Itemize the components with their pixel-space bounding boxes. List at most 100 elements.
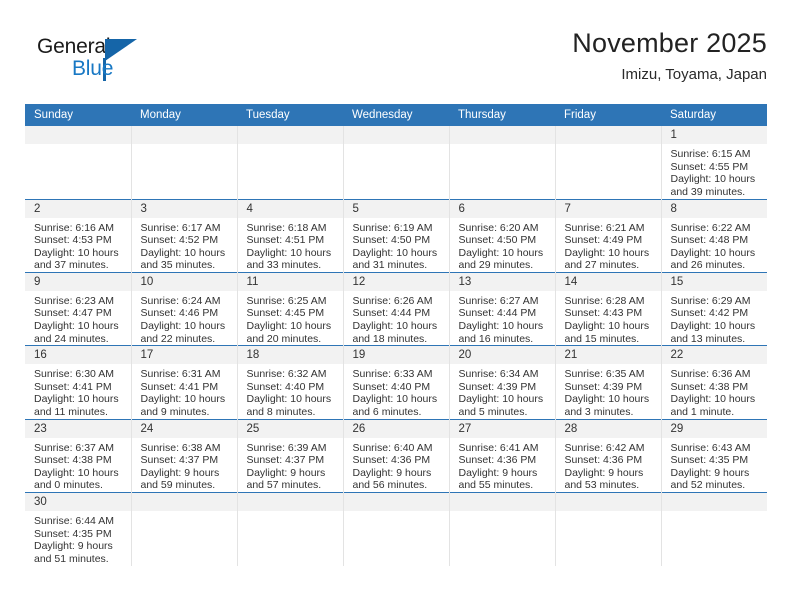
calendar-day-cell[interactable]: 7 Sunrise: 6:21 AM Sunset: 4:49 PM Daylight… bbox=[554, 198, 661, 273]
day-details: Sunrise: 6:23 AM Sunset: 4:47 PM Daylight:… bbox=[25, 291, 131, 345]
calendar-day-cell[interactable]: 28 Sunrise: 6:42 AM Sunset: 4:36 PM Dayligh… bbox=[554, 418, 661, 493]
calendar-day-cell[interactable]: 1 Sunrise: 6:15 AM Sunset: 4:55 PM Daylight… bbox=[660, 126, 767, 199]
day-details: Sunrise: 6:35 AM Sunset: 4:39 PM Daylight:… bbox=[556, 364, 661, 418]
calendar-day-cell[interactable]: 4 Sunrise: 6:18 AM Sunset: 4:51 PM Daylight… bbox=[236, 198, 343, 273]
day-number bbox=[661, 493, 767, 511]
day-daylight-text: and 53 minutes. bbox=[564, 479, 640, 492]
day-number: 1 bbox=[661, 126, 767, 144]
day-sunrise-text: Sunrise: 6:20 AM bbox=[458, 221, 539, 234]
day-sunset-text: Sunset: 4:35 PM bbox=[34, 527, 112, 540]
day-sunset-text: Sunset: 4:41 PM bbox=[34, 380, 112, 393]
day-daylight-text: and 31 minutes. bbox=[352, 259, 428, 272]
weekday-header-friday: Friday bbox=[555, 104, 661, 126]
day-number bbox=[237, 126, 343, 144]
day-sunrise-text: Sunrise: 6:16 AM bbox=[34, 221, 114, 234]
calendar-day-cell[interactable]: 5 Sunrise: 6:19 AM Sunset: 4:50 PM Daylight… bbox=[342, 198, 449, 273]
calendar-header-row: Sunday Monday Tuesday Wednesday Thursday Frid… bbox=[25, 104, 767, 126]
calendar-body: 1 Sunrise: 6:15 AM Sunset: 4:55 PM Daylight… bbox=[25, 126, 767, 566]
day-daylight-text: and 3 minutes. bbox=[564, 406, 634, 419]
page-title: November 2025 bbox=[572, 28, 767, 58]
day-details: Sunrise: 6:17 AM Sunset: 4:52 PM Daylight:… bbox=[132, 218, 237, 272]
day-number: 4 bbox=[237, 199, 343, 218]
day-sunrise-text: Sunrise: 6:31 AM bbox=[140, 368, 221, 381]
day-number: 3 bbox=[131, 199, 237, 218]
day-details: Sunrise: 6:41 AM Sunset: 4:36 PM Daylight:… bbox=[450, 438, 555, 492]
logo-text-blue: Blue bbox=[72, 57, 114, 80]
day-number: 14 bbox=[555, 272, 661, 291]
calendar-day-cell[interactable]: 13 Sunrise: 6:27 AM Sunset: 4:44 PM Dayligh… bbox=[448, 271, 555, 346]
day-details: Sunrise: 6:27 AM Sunset: 4:44 PM Daylight:… bbox=[450, 291, 555, 345]
day-number bbox=[131, 126, 237, 144]
day-details: Sunrise: 6:24 AM Sunset: 4:46 PM Daylight:… bbox=[132, 291, 237, 345]
day-sunrise-text: Sunrise: 6:23 AM bbox=[34, 294, 114, 307]
day-daylight-text: Daylight: 9 hours bbox=[670, 466, 750, 479]
calendar-day-cell[interactable]: 18 Sunrise: 6:32 AM Sunset: 4:40 PM Dayligh… bbox=[236, 345, 343, 420]
day-details: Sunrise: 6:31 AM Sunset: 4:41 PM Daylight:… bbox=[132, 364, 237, 418]
calendar-day-cell[interactable]: 6 Sunrise: 6:20 AM Sunset: 4:50 PM Daylight… bbox=[448, 198, 555, 273]
day-details: Sunrise: 6:30 AM Sunset: 4:41 PM Daylight:… bbox=[25, 364, 131, 418]
calendar-day-cell[interactable]: 14 Sunrise: 6:28 AM Sunset: 4:43 PM Dayligh… bbox=[554, 271, 661, 346]
calendar-day-cell[interactable]: 11 Sunrise: 6:25 AM Sunset: 4:45 PM Dayligh… bbox=[236, 271, 343, 346]
day-sunrise-text: Sunrise: 6:35 AM bbox=[564, 368, 645, 381]
day-daylight-text: Daylight: 10 hours bbox=[458, 320, 544, 333]
day-sunset-text: Sunset: 4:47 PM bbox=[34, 307, 112, 320]
calendar-day-cell[interactable]: 17 Sunrise: 6:31 AM Sunset: 4:41 PM Dayligh… bbox=[130, 345, 237, 420]
day-number bbox=[449, 126, 555, 144]
calendar-day-cell[interactable]: 15 Sunrise: 6:29 AM Sunset: 4:42 PM Dayligh… bbox=[660, 271, 767, 346]
general-blue-logo[interactable]: General Blue bbox=[37, 36, 177, 86]
calendar-day-cell[interactable]: 27 Sunrise: 6:41 AM Sunset: 4:36 PM Dayligh… bbox=[448, 418, 555, 493]
day-number: 18 bbox=[237, 346, 343, 365]
day-number: 23 bbox=[25, 419, 131, 438]
day-number: 19 bbox=[343, 346, 449, 365]
day-number: 15 bbox=[661, 272, 767, 291]
calendar-day-cell[interactable]: 24 Sunrise: 6:38 AM Sunset: 4:37 PM Dayligh… bbox=[130, 418, 237, 493]
page-subtitle: Imizu, Toyama, Japan bbox=[621, 66, 767, 84]
day-daylight-text: and 33 minutes. bbox=[246, 259, 322, 272]
day-daylight-text: Daylight: 10 hours bbox=[670, 173, 756, 186]
day-number: 17 bbox=[131, 346, 237, 365]
day-daylight-text: and 59 minutes. bbox=[140, 479, 216, 492]
day-daylight-text: Daylight: 10 hours bbox=[564, 246, 650, 259]
calendar-cell-empty bbox=[342, 126, 449, 199]
calendar-day-cell[interactable]: 16 Sunrise: 6:30 AM Sunset: 4:41 PM Dayligh… bbox=[25, 345, 131, 420]
day-number bbox=[237, 493, 343, 511]
day-daylight-text: Daylight: 10 hours bbox=[458, 393, 544, 406]
day-daylight-text: and 6 minutes. bbox=[352, 406, 422, 419]
calendar-day-cell[interactable]: 29 Sunrise: 6:43 AM Sunset: 4:35 PM Dayligh… bbox=[660, 418, 767, 493]
day-number: 13 bbox=[449, 272, 555, 291]
calendar-day-cell[interactable]: 10 Sunrise: 6:24 AM Sunset: 4:46 PM Dayligh… bbox=[130, 271, 237, 346]
day-details: Sunrise: 6:32 AM Sunset: 4:40 PM Daylight:… bbox=[238, 364, 343, 418]
day-sunrise-text: Sunrise: 6:15 AM bbox=[670, 148, 751, 160]
day-details: Sunrise: 6:21 AM Sunset: 4:49 PM Daylight:… bbox=[556, 218, 661, 272]
day-sunrise-text: Sunrise: 6:19 AM bbox=[352, 221, 433, 234]
day-daylight-text: and 13 minutes. bbox=[670, 332, 746, 345]
calendar-day-cell[interactable]: 12 Sunrise: 6:26 AM Sunset: 4:44 PM Dayligh… bbox=[342, 271, 449, 346]
calendar-day-cell[interactable]: 3 Sunrise: 6:17 AM Sunset: 4:52 PM Daylight… bbox=[130, 198, 237, 273]
day-sunset-text: Sunset: 4:39 PM bbox=[458, 380, 537, 393]
calendar-day-cell[interactable]: 21 Sunrise: 6:35 AM Sunset: 4:39 PM Dayligh… bbox=[554, 345, 661, 420]
day-daylight-text: Daylight: 10 hours bbox=[670, 246, 756, 259]
day-sunset-text: Sunset: 4:44 PM bbox=[458, 307, 537, 320]
day-details: Sunrise: 6:40 AM Sunset: 4:36 PM Daylight:… bbox=[344, 438, 449, 492]
calendar-day-cell[interactable]: 30 Sunrise: 6:44 AM Sunset: 4:35 PM Dayligh… bbox=[25, 492, 131, 566]
calendar-day-cell[interactable]: 23 Sunrise: 6:37 AM Sunset: 4:38 PM Dayligh… bbox=[25, 418, 131, 493]
calendar-week-row: 1 Sunrise: 6:15 AM Sunset: 4:55 PM Daylight… bbox=[25, 126, 767, 199]
day-number: 11 bbox=[237, 272, 343, 291]
weekday-header-wednesday: Wednesday bbox=[343, 104, 449, 126]
calendar-cell-empty bbox=[554, 492, 661, 566]
title-block: November 2025 Imizu, Toyama, Japan bbox=[287, 28, 767, 83]
day-daylight-text: and 57 minutes. bbox=[246, 479, 322, 492]
calendar-day-cell[interactable]: 26 Sunrise: 6:40 AM Sunset: 4:36 PM Dayligh… bbox=[342, 418, 449, 493]
calendar-day-cell[interactable]: 2 Sunrise: 6:16 AM Sunset: 4:53 PM Daylight… bbox=[25, 198, 131, 273]
calendar-day-cell[interactable]: 20 Sunrise: 6:34 AM Sunset: 4:39 PM Dayligh… bbox=[448, 345, 555, 420]
day-number: 22 bbox=[661, 346, 767, 365]
day-daylight-text: and 1 minute. bbox=[670, 406, 735, 419]
day-sunset-text: Sunset: 4:49 PM bbox=[564, 234, 643, 247]
calendar-day-cell[interactable]: 19 Sunrise: 6:33 AM Sunset: 4:40 PM Dayligh… bbox=[342, 345, 449, 420]
calendar-day-cell[interactable]: 25 Sunrise: 6:39 AM Sunset: 4:37 PM Dayligh… bbox=[236, 418, 343, 493]
calendar-day-cell[interactable]: 9 Sunrise: 6:23 AM Sunset: 4:47 PM Daylight… bbox=[25, 271, 131, 346]
calendar-day-cell[interactable]: 22 Sunrise: 6:36 AM Sunset: 4:38 PM Dayligh… bbox=[660, 345, 767, 420]
day-number: 20 bbox=[449, 346, 555, 365]
day-sunset-text: Sunset: 4:55 PM bbox=[670, 160, 749, 173]
calendar-day-cell[interactable]: 8 Sunrise: 6:22 AM Sunset: 4:48 PM Daylight… bbox=[660, 198, 767, 273]
